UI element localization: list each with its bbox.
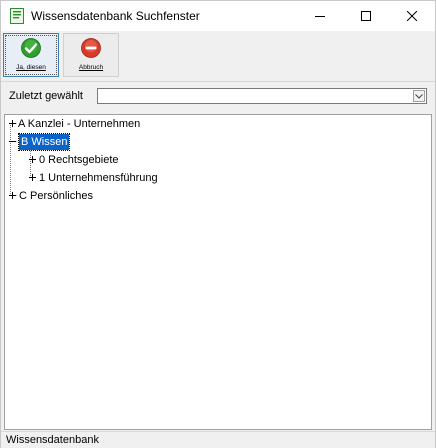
window-title: Wissensdatenbank Suchfenster [31,9,200,23]
minimize-icon [315,16,325,17]
status-text: Wissensdatenbank [6,434,99,446]
dropdown-button[interactable] [413,90,425,102]
collapse-icon[interactable] [9,134,19,150]
maximize-icon [361,11,371,21]
maximize-button[interactable] [343,1,389,31]
cancel-button[interactable]: Abbruch [63,33,119,77]
app-icon [10,8,24,24]
status-bar: Wissensdatenbank [1,431,435,448]
checkmark-icon [21,38,41,58]
expand-icon[interactable] [9,188,19,204]
chevron-down-icon [415,93,423,99]
expand-icon[interactable] [29,152,39,168]
tree-node-label: C Persönliches [19,190,93,202]
tree-node-label: A Kanzlei - Unternehmen [18,118,141,130]
close-button[interactable] [389,1,435,31]
toolbar: Ja, diesen Abbruch [1,31,435,82]
tree-node-label: 1 Unternehmensführung [39,172,158,184]
recent-label: Zuletzt gewählt [9,90,83,102]
recent-dropdown[interactable] [97,88,427,104]
cancel-button-label: Abbruch [78,64,104,71]
confirm-button[interactable]: Ja, diesen [3,33,59,77]
expand-icon[interactable] [29,170,39,186]
tree-node-label: B Wissen [17,133,71,151]
search-window: Wissensdatenbank Suchfenster Ja, diesen [0,0,436,448]
title-bar[interactable]: Wissensdatenbank Suchfenster [1,1,435,31]
minimize-button[interactable] [297,1,343,31]
confirm-button-label: Ja, diesen [16,64,46,71]
tree-node-label: 0 Rechtsgebiete [39,154,119,166]
knowledge-tree[interactable]: A Kanzlei - Unternehmen B Wissen 0 Recht… [4,114,432,430]
recent-selection-row: Zuletzt gewählt [1,83,435,111]
close-icon [407,11,417,21]
stop-icon [81,38,101,58]
